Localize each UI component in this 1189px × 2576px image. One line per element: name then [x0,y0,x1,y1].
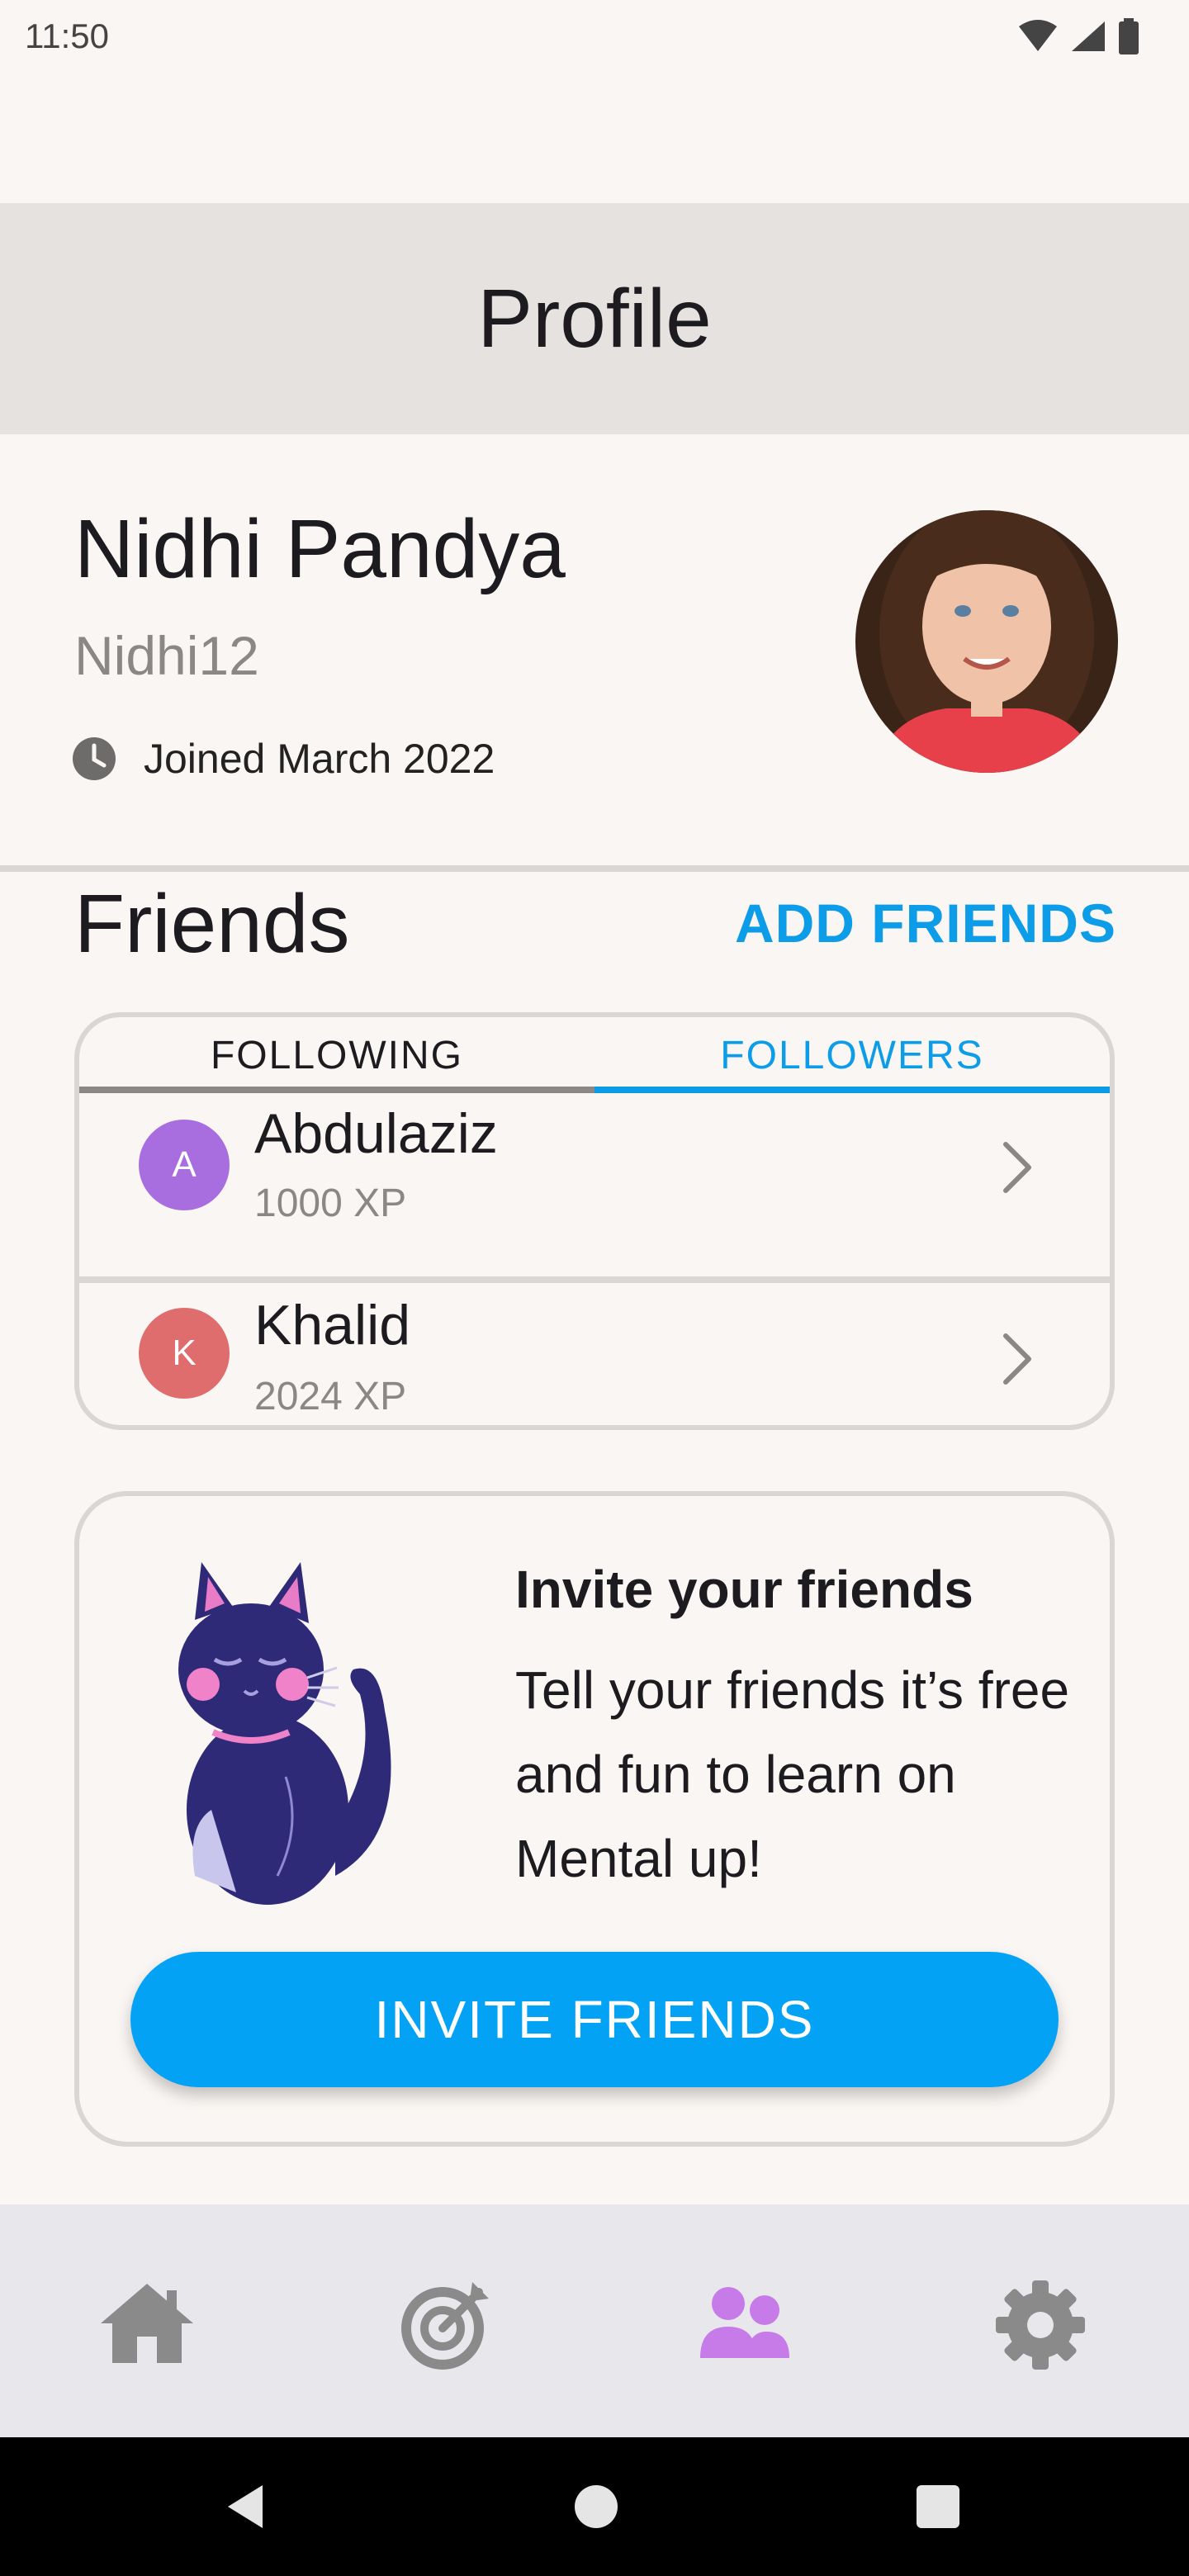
friend-list-item[interactable]: K Khalid 2024 XP [79,1286,1110,1425]
target-icon [401,2282,489,2370]
friend-xp: 1000 XP [254,1181,407,1225]
invite-body: Tell your friends it’s free and fun to l… [515,1660,1070,1888]
row-divider [79,1276,1110,1283]
battery-icon [1119,18,1139,54]
nav-home[interactable] [97,2275,197,2375]
page-title: Profile [477,272,712,365]
recents-icon[interactable] [912,2480,964,2533]
nav-goals[interactable] [396,2275,495,2375]
friends-tabs: FOLLOWING FOLLOWERS [79,1017,1110,1093]
cat-illustration [178,1562,391,1905]
profile-username: Nidhi12 [74,625,259,686]
invite-friends-button[interactable]: INVITE FRIENDS [130,1952,1059,2087]
app-bar: Profile [0,203,1189,434]
add-friends-button[interactable]: ADD FRIENDS [735,892,1116,954]
gear-icon [996,2280,1085,2370]
joined-row: Joined March 2022 [71,735,495,783]
profile-avatar[interactable] [855,510,1118,773]
nav-settings[interactable] [991,2275,1090,2375]
friends-icon [700,2287,789,2358]
system-nav-bar [0,2437,1189,2576]
friend-avatar: K [139,1308,230,1399]
tab-following[interactable]: FOLLOWING [79,1017,594,1093]
section-divider [0,865,1189,872]
status-time: 11:50 [25,17,109,55]
friend-avatar: A [139,1120,230,1210]
invite-title: Invite your friends [515,1560,973,1619]
home-circle-icon[interactable] [570,2480,623,2533]
clock-icon [73,737,116,780]
chevron-right-icon [1003,1142,1031,1193]
status-bar: 11:50 [0,0,1189,73]
joined-date: Joined March 2022 [144,736,495,782]
profile-name: Nidhi Pandya [74,503,566,595]
friend-name: Khalid [254,1294,411,1357]
avatar-photo-image [855,510,1118,773]
friends-card: FOLLOWING FOLLOWERS A Abdulaziz 1000 XP … [74,1012,1115,1430]
signal-icon [1072,21,1105,51]
wifi-icon [1019,20,1057,51]
bottom-nav [0,2204,1189,2437]
friend-xp: 2024 XP [254,1375,407,1418]
tab-underline [79,1087,594,1093]
friend-initial: K [172,1333,197,1373]
friend-name: Abdulaziz [254,1102,498,1165]
chevron-right-icon [1003,1333,1031,1385]
friend-initial: A [172,1144,197,1185]
invite-card: Invite your friends Tell your friends it… [74,1491,1115,2147]
status-icons [1017,18,1139,54]
friend-list-item[interactable]: A Abdulaziz 1000 XP [79,1095,1110,1280]
tab-active-indicator [594,1087,1110,1093]
tab-followers[interactable]: FOLLOWERS [594,1017,1110,1093]
friends-title: Friends [74,878,350,970]
nav-friends[interactable] [695,2275,794,2375]
home-icon [101,2284,193,2363]
back-icon[interactable] [221,2480,274,2533]
